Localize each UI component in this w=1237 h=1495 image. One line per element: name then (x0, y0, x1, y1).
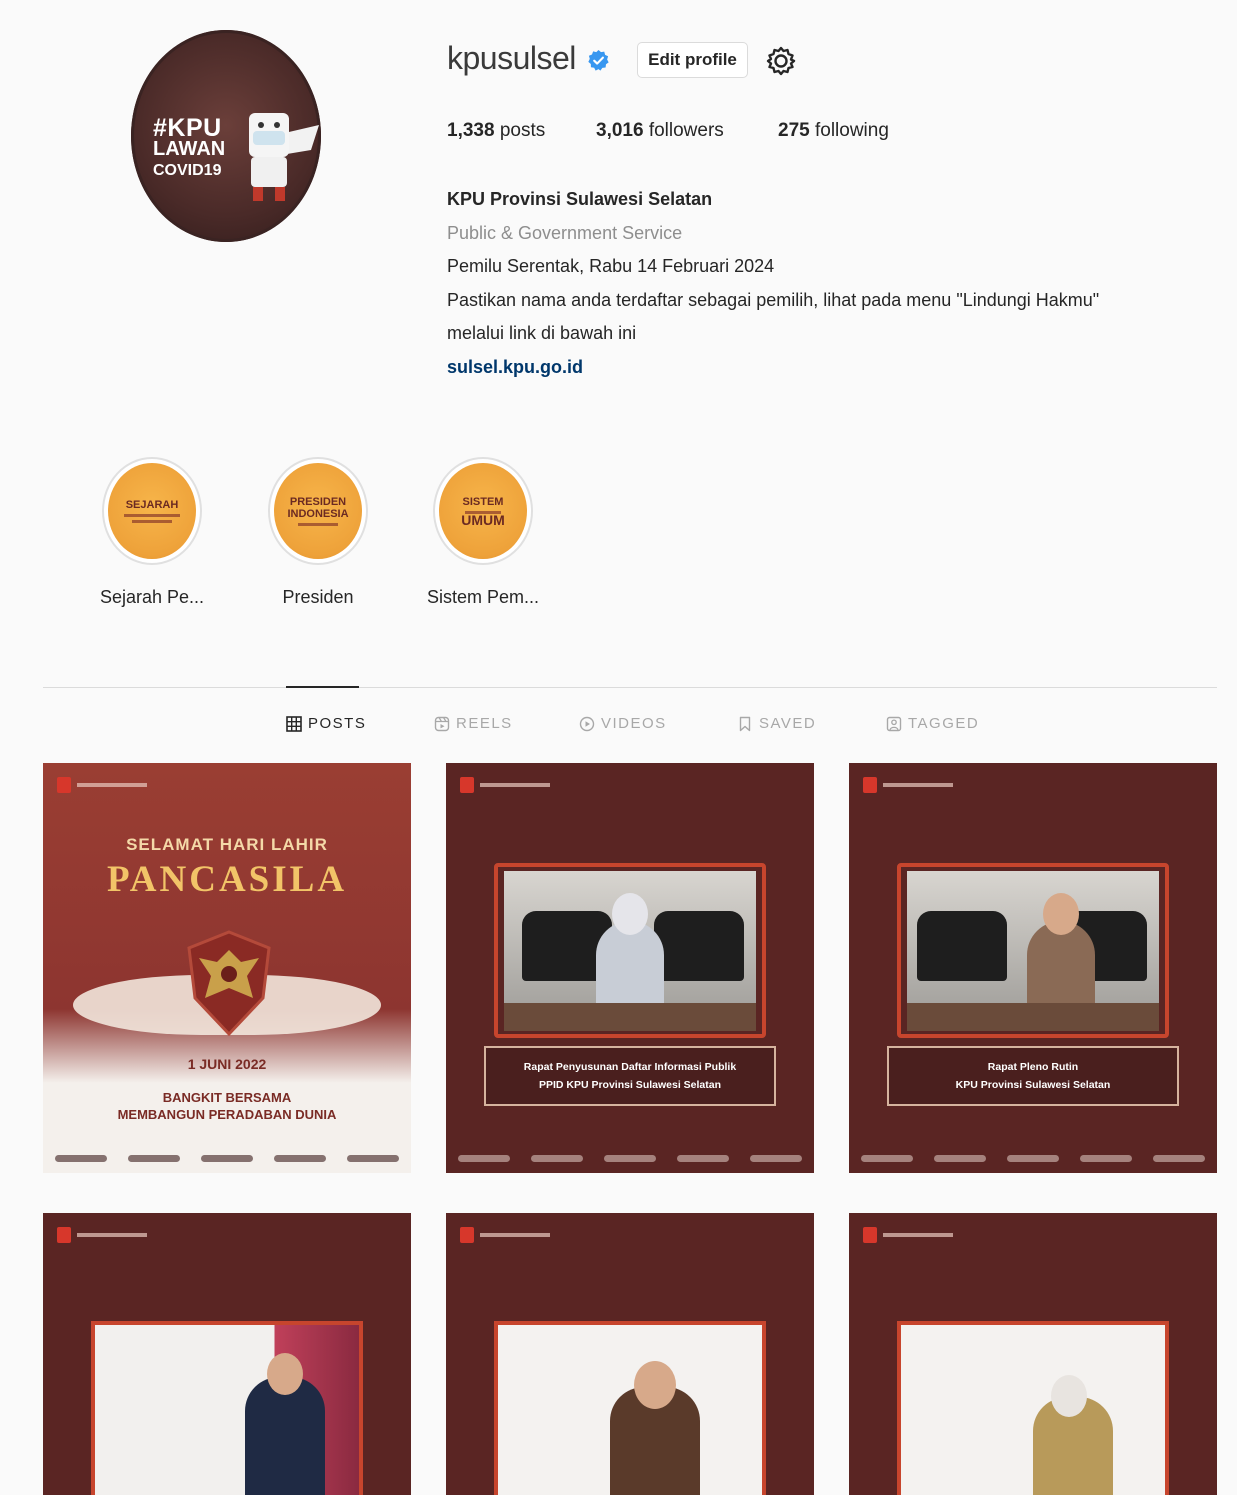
post-subtitle: MEMBANGUN PERADABAN DUNIA (117, 1107, 337, 1122)
post-subtitle: BANGKIT BERSAMA (162, 1090, 292, 1105)
tab-saved[interactable]: SAVED (737, 715, 816, 732)
bio-line: Pemilu Serentak, Rabu 14 Februari 2024 (447, 256, 775, 276)
kpu-logo-icon (57, 777, 71, 793)
post-rapat-daftar-informasi[interactable]: Rapat Penyusunan Daftar Informasi Publik… (446, 763, 814, 1173)
post-header (460, 1227, 550, 1243)
highlight-cover-text: SISTEM (462, 496, 504, 508)
meeting-photo (897, 1321, 1169, 1495)
bio-line: Pastikan nama anda terdaftar sebagai pem… (447, 289, 1100, 310)
mascot-illustration (249, 113, 319, 201)
post-presentation-speaker[interactable] (43, 1213, 411, 1495)
post-caption-line: Rapat Penyusunan Daftar Informasi Publik (523, 1061, 737, 1073)
post-rapat-pleno[interactable]: Rapat Pleno Rutin KPU Provinsi Sulawesi … (849, 763, 1217, 1173)
post-header (863, 1227, 953, 1243)
tab-label: REELS (456, 715, 513, 732)
tab-posts[interactable]: POSTS (286, 715, 366, 732)
meeting-photo (494, 1321, 766, 1495)
followers-count-label: followers (648, 120, 724, 141)
tab-label: POSTS (308, 715, 367, 732)
tag-icon (886, 716, 902, 731)
settings-gear-icon[interactable] (765, 45, 797, 77)
following-count[interactable]: 275 following (778, 120, 889, 142)
post-social-footer (55, 1155, 399, 1163)
kpu-logo-icon (57, 1227, 71, 1243)
highlight-label: Sistem Pem... (426, 587, 540, 607)
tabs-divider (43, 687, 1217, 688)
tab-tagged[interactable]: TAGGED (886, 715, 979, 732)
post-header (460, 777, 550, 793)
post-meeting-woman[interactable] (849, 1213, 1217, 1495)
profile-avatar[interactable]: #KPU LAWAN COVID19 (131, 30, 321, 242)
bio-website-link[interactable]: sulsel.kpu.go.id (447, 351, 1099, 385)
post-header (57, 777, 147, 793)
active-tab-indicator (286, 686, 359, 688)
bio-category: Public & Government Service (447, 222, 683, 243)
avatar-text-line: COVID19 (153, 162, 222, 179)
highlight-presiden[interactable]: PRESIDEN INDONESIA Presiden (268, 457, 368, 607)
post-date: 1 JUNI 2022 (187, 1056, 267, 1072)
post-header (57, 1227, 147, 1243)
post-social-footer (861, 1155, 1205, 1163)
kpu-logo-icon (460, 1227, 474, 1243)
post-title-line: SELAMAT HARI LAHIR (126, 835, 328, 854)
posts-count[interactable]: 1,338 posts (447, 120, 545, 142)
following-count-label: following (814, 120, 889, 141)
highlight-cover-text: INDONESIA (287, 508, 349, 520)
meeting-photo (907, 871, 1159, 1031)
bio-full-name: KPU Provinsi Sulawesi Selatan (447, 189, 713, 209)
reels-icon (434, 716, 450, 731)
kpu-logo-icon (460, 777, 474, 793)
verified-badge-icon (588, 49, 609, 71)
bio-line: melalui link di bawah ini (447, 323, 637, 343)
profile-bio: KPU Provinsi Sulawesi Selatan Public & G… (447, 183, 1099, 384)
post-caption-line: Rapat Pleno Rutin (987, 1061, 1079, 1073)
highlight-label: Presiden (282, 587, 354, 607)
kpu-logo-icon (863, 1227, 877, 1243)
post-meeting-man[interactable] (446, 1213, 814, 1495)
tab-label: SAVED (759, 715, 817, 732)
meeting-photo (504, 871, 756, 1031)
kpu-logo-icon (863, 777, 877, 793)
highlight-cover: PRESIDEN INDONESIA (268, 457, 368, 565)
highlight-cover: SEJARAH (102, 457, 202, 565)
post-pancasila[interactable]: SELAMAT HARI LAHIR PANCASILA 1 JUNI 2022… (43, 763, 411, 1173)
followers-count-value: 3,016 (596, 120, 644, 141)
posts-count-value: 1,338 (447, 120, 495, 141)
highlight-cover-text: UMUM (461, 512, 505, 528)
video-icon (579, 716, 595, 731)
highlight-cover-text: SEJARAH (125, 499, 179, 511)
garuda-shield-icon (187, 930, 271, 1037)
avatar-text: #KPU LAWAN COVID19 (153, 114, 226, 181)
avatar-text-line: LAWAN (153, 138, 226, 160)
avatar-text-line: #KPU (153, 114, 222, 142)
following-count-value: 275 (778, 120, 810, 141)
profile-username: kpusulsel (447, 40, 576, 76)
bookmark-icon (739, 716, 751, 731)
post-title-main: PANCASILA (106, 859, 348, 900)
highlight-sejarah[interactable]: SEJARAH Sejarah Pe... (100, 457, 204, 607)
post-caption-line: KPU Provinsi Sulawesi Selatan (955, 1079, 1111, 1091)
posts-count-label: posts (499, 120, 546, 141)
highlight-cover: SISTEM UMUM (433, 457, 533, 565)
highlight-cover-text: PRESIDEN (289, 496, 347, 508)
post-caption-line: PPID KPU Provinsi Sulawesi Selatan (538, 1079, 722, 1091)
post-caption-box: Rapat Penyusunan Daftar Informasi Publik… (484, 1046, 776, 1106)
meeting-photo (91, 1321, 363, 1495)
tab-videos[interactable]: VIDEOS (579, 715, 667, 732)
post-header (863, 777, 953, 793)
post-social-footer (458, 1155, 802, 1163)
post-caption-box: Rapat Pleno Rutin KPU Provinsi Sulawesi … (887, 1046, 1179, 1106)
edit-profile-button[interactable]: Edit profile (637, 42, 748, 78)
tab-label: VIDEOS (601, 715, 667, 732)
tab-reels[interactable]: REELS (434, 715, 513, 732)
followers-count[interactable]: 3,016 followers (596, 120, 724, 142)
tab-label: TAGGED (908, 715, 980, 732)
highlight-label: Sejarah Pe... (99, 587, 205, 607)
highlight-sistem[interactable]: SISTEM UMUM Sistem Pem... (427, 457, 539, 607)
grid-icon (286, 715, 302, 732)
